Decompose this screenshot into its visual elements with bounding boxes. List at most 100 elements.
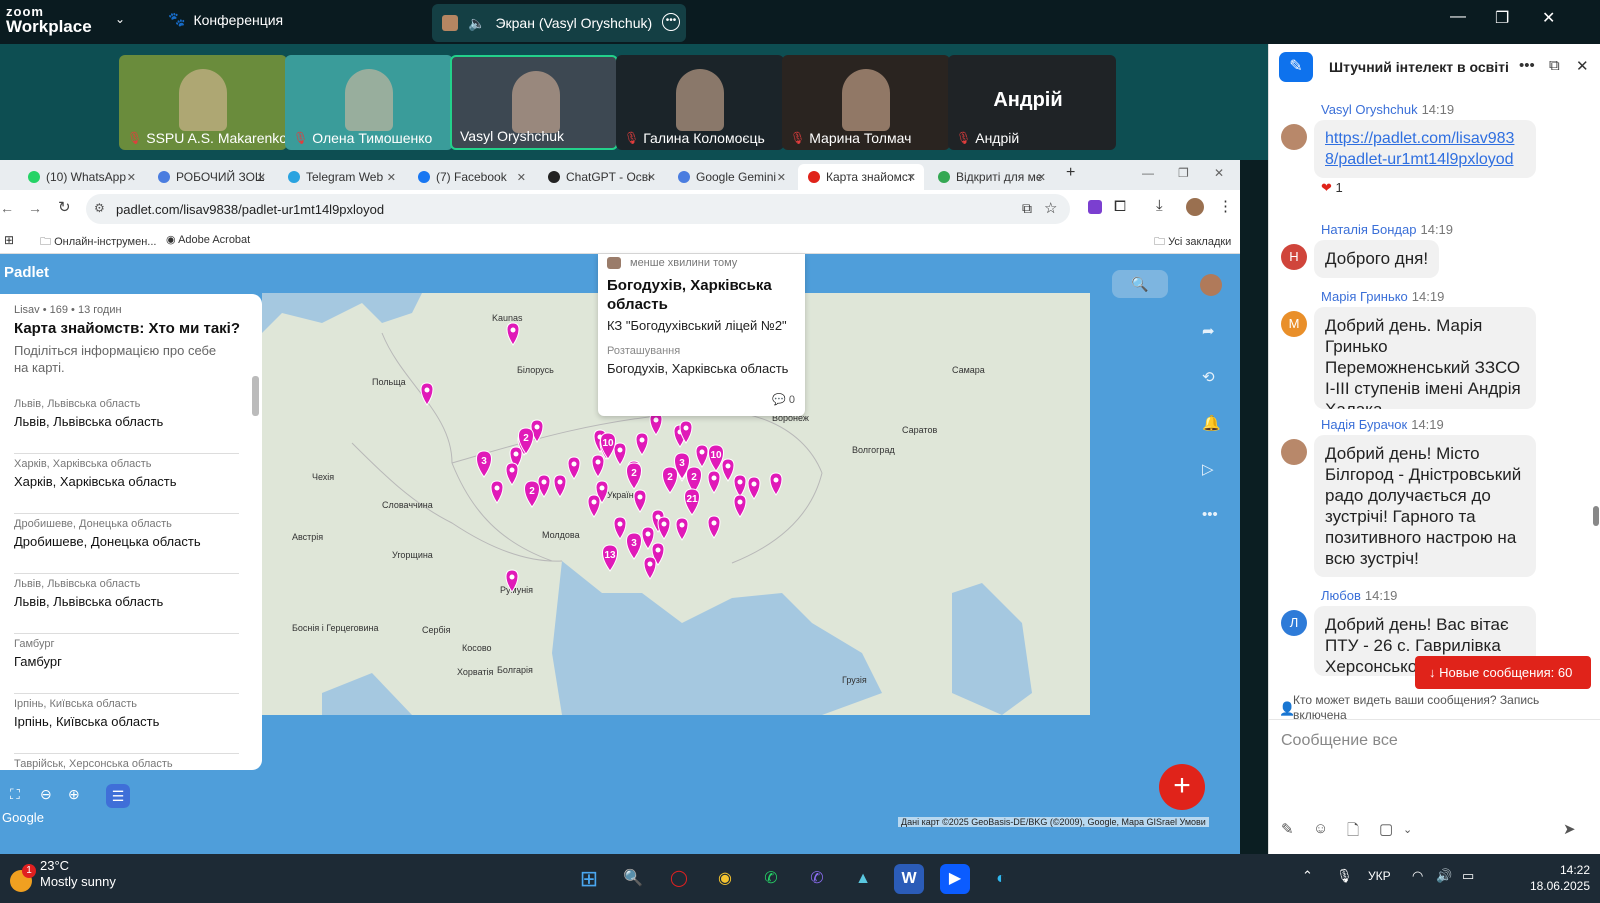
- site-info-icon[interactable]: ⚙: [94, 201, 105, 215]
- whatsapp-icon[interactable]: ✆: [756, 864, 786, 894]
- word-icon[interactable]: W: [894, 864, 924, 894]
- search-button[interactable]: 🔍: [1112, 270, 1168, 298]
- browser-tab[interactable]: ChatGPT - Осві ✕: [538, 164, 664, 190]
- profile-avatar[interactable]: [1186, 198, 1204, 216]
- video-tile[interactable]: 🎙 SSPU A.S. Makarenko ...: [119, 55, 287, 150]
- chevron-down-icon[interactable]: ⌄: [1403, 823, 1412, 836]
- close-icon[interactable]: ✕: [1542, 8, 1555, 28]
- browser-tab[interactable]: Відкриті для ме ✕: [928, 164, 1054, 190]
- chevron-up-icon[interactable]: ⌃: [1302, 868, 1313, 884]
- list-item[interactable]: Львів, Львівська область Львів, Львівська…: [14, 578, 239, 634]
- chrome-icon[interactable]: ◉: [710, 864, 740, 894]
- download-icon[interactable]: ⤓: [1156, 197, 1163, 214]
- scrollbar[interactable]: [252, 376, 259, 416]
- zoom-in-icon[interactable]: ⊕: [68, 786, 80, 803]
- forward-icon[interactable]: →: [28, 200, 42, 216]
- comment-count[interactable]: 💬 0: [772, 393, 795, 406]
- slideshow-icon[interactable]: ▷: [1202, 460, 1214, 478]
- viber-icon[interactable]: ✆: [802, 864, 832, 894]
- opera-icon[interactable]: ◯: [664, 864, 694, 894]
- user-avatar[interactable]: [1200, 274, 1222, 296]
- more-icon[interactable]: •••: [1519, 57, 1535, 74]
- browser-tab[interactable]: Google Gemini ✕: [668, 164, 794, 190]
- tab-close-icon[interactable]: ✕: [1037, 171, 1046, 184]
- file-icon[interactable]: 🗋: [1347, 820, 1359, 845]
- start-icon[interactable]: ⊞: [574, 864, 604, 894]
- list-item[interactable]: Львів, Львівська область Львів, Львівська…: [14, 398, 239, 454]
- clock[interactable]: 14:22 18.06.2025: [1514, 862, 1590, 894]
- send-icon[interactable]: ➤: [1563, 820, 1576, 838]
- browser-tab[interactable]: Карта знайомст ✕: [798, 164, 924, 190]
- video-tile[interactable]: 🎙 Галина Коломоєць: [616, 55, 784, 150]
- message-link[interactable]: https://padlet.com/lisav9838/padlet-ur1m…: [1325, 128, 1525, 170]
- list-item[interactable]: Ірпінь, Київська область Ірпінь, Київська…: [14, 698, 239, 754]
- zoom-out-icon[interactable]: ⊖: [40, 786, 52, 803]
- video-tile[interactable]: Vasyl Oryshchuk: [450, 55, 618, 150]
- zoom-icon[interactable]: ▶: [940, 864, 970, 894]
- list-icon[interactable]: ☰: [106, 784, 130, 808]
- add-post-button[interactable]: +: [1159, 764, 1205, 810]
- browser-tab[interactable]: (10) WhatsApp ✕: [18, 164, 144, 190]
- conference-menu[interactable]: 🐾 Конференция: [168, 11, 283, 28]
- share-icon[interactable]: ➦: [1202, 322, 1215, 340]
- browser-tab[interactable]: (7) Facebook ✕: [408, 164, 534, 190]
- padlet-logo[interactable]: Padlet: [4, 264, 49, 281]
- more-icon[interactable]: •••: [662, 13, 680, 31]
- search-icon[interactable]: 🔍: [618, 864, 648, 894]
- tab-close-icon[interactable]: ✕: [777, 171, 786, 184]
- more-icon[interactable]: •••: [1202, 506, 1218, 523]
- video-tile[interactable]: Андрій 🎙 Андрій: [948, 55, 1116, 150]
- tab-close-icon[interactable]: ✕: [517, 171, 526, 184]
- restore-icon[interactable]: ❐: [1495, 8, 1509, 28]
- tab-close-icon[interactable]: ✕: [647, 171, 656, 184]
- all-bookmarks[interactable]: 🗀 Усі закладки: [1154, 233, 1231, 252]
- emoji-icon[interactable]: ☺: [1313, 820, 1328, 837]
- browser-tab[interactable]: РОБОЧИЙ ЗОШ ✕: [148, 164, 274, 190]
- tab-close-icon[interactable]: ✕: [127, 171, 136, 184]
- chevron-down-icon[interactable]: ⌄: [115, 12, 125, 26]
- compose-icon[interactable]: ✎: [1279, 52, 1313, 82]
- format-icon[interactable]: ✎: [1281, 820, 1294, 838]
- close-icon[interactable]: ✕: [1214, 166, 1224, 180]
- close-icon[interactable]: ✕: [1576, 57, 1589, 75]
- list-item[interactable]: Гамбург Гамбург: [14, 638, 239, 694]
- minimize-icon[interactable]: —: [1450, 8, 1466, 26]
- bookmark-acrobat[interactable]: ◉ Adobe Acrobat: [166, 233, 250, 246]
- cast-icon[interactable]: ⧉: [1022, 200, 1032, 217]
- video-tile[interactable]: 🎙 Марина Толмач: [782, 55, 950, 150]
- mic-icon[interactable]: 🎙: [1336, 868, 1353, 884]
- bell-icon[interactable]: 🔔: [1202, 414, 1221, 432]
- tab-close-icon[interactable]: ✕: [907, 171, 916, 184]
- star-icon[interactable]: ☆: [1044, 199, 1057, 217]
- photos-icon[interactable]: ▲: [848, 864, 878, 894]
- remake-icon[interactable]: ⟲: [1202, 368, 1215, 386]
- list-item[interactable]: Таврійськ, Херсонська область: [14, 758, 239, 770]
- video-tile[interactable]: 🎙 Олена Тимошенко: [285, 55, 453, 150]
- browser-tab[interactable]: Telegram Web ✕: [278, 164, 404, 190]
- screen-share-indicator[interactable]: 🔈 Экран (Vasyl Oryshchuk): [432, 4, 686, 42]
- edge-icon[interactable]: ◐: [986, 864, 1016, 894]
- restore-icon[interactable]: ❐: [1178, 166, 1189, 180]
- popout-icon[interactable]: ⧉: [1549, 57, 1560, 74]
- reload-icon[interactable]: ↻: [58, 198, 71, 216]
- extension-icon[interactable]: [1088, 200, 1102, 214]
- chat-scrollbar[interactable]: [1593, 506, 1599, 526]
- chat-input[interactable]: Сообщение все: [1269, 719, 1600, 814]
- new-tab-icon[interactable]: +: [1066, 164, 1075, 182]
- volume-icon[interactable]: 🔊: [1436, 868, 1452, 884]
- tab-close-icon[interactable]: ✕: [387, 171, 396, 184]
- wifi-icon[interactable]: ◠: [1412, 868, 1423, 884]
- url-bar[interactable]: ⚙ padlet.com/lisav9838/padlet-ur1mt14l9p…: [86, 194, 1070, 224]
- apps-icon[interactable]: ⊞: [4, 233, 14, 247]
- list-item[interactable]: Дробишеве, Донецька область Дробишеве, До…: [14, 518, 239, 574]
- list-item[interactable]: Харків, Харківська область Харків, Харків…: [14, 458, 239, 514]
- menu-icon[interactable]: ⋮: [1218, 197, 1233, 215]
- minimize-icon[interactable]: —: [1142, 166, 1154, 180]
- language-indicator[interactable]: УКР: [1368, 869, 1391, 883]
- post-popup[interactable]: менше хвилини тому Богодухів, Харківська…: [598, 254, 805, 416]
- puzzle-icon[interactable]: ⧠: [1114, 198, 1126, 215]
- reaction[interactable]: ❤ 1: [1321, 180, 1343, 196]
- back-icon[interactable]: ←: [0, 200, 14, 216]
- fullscreen-icon[interactable]: ⛶: [10, 786, 20, 803]
- bookmark-folder[interactable]: 🗀 Онлайн-інструмен...: [40, 233, 156, 252]
